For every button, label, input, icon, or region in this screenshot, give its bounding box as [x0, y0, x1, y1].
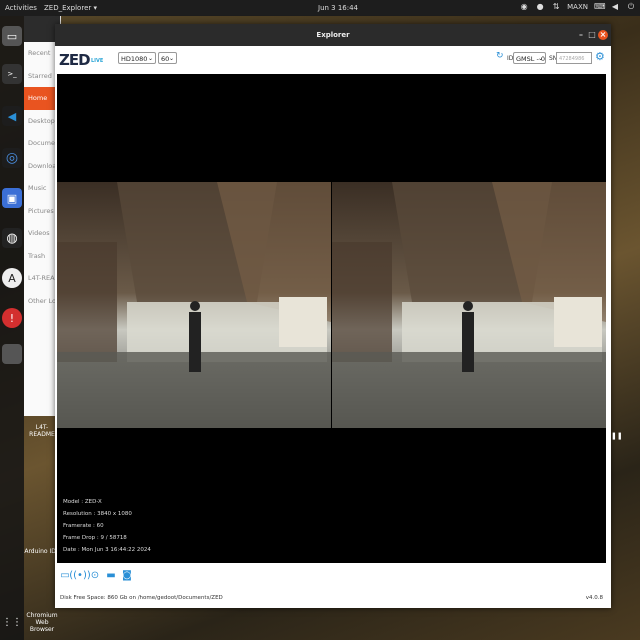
refresh-icon[interactable]: ↻	[496, 51, 504, 61]
toolbar: ZED LIVE HD1080 ⌄ 60 ⌄ ↻ ID GMSL - 0 ⌄ S…	[55, 46, 611, 74]
camera-snapshot-icon[interactable]: ◙	[121, 569, 133, 581]
window-title: Explorer	[316, 31, 350, 39]
obs-icon[interactable]: ◍	[2, 228, 22, 248]
stream-icon[interactable]: ((•))	[69, 569, 91, 581]
arduino-icon[interactable]: A	[2, 268, 22, 288]
vscode-icon[interactable]: ◀	[2, 106, 22, 126]
live-badge: LIVE	[91, 58, 104, 64]
minimize-icon[interactable]: –	[576, 30, 586, 40]
chevron-down-icon: ⌄	[147, 55, 153, 62]
network-icon[interactable]: ⇅	[551, 2, 561, 12]
activities-button[interactable]: Activities	[5, 4, 37, 12]
close-icon[interactable]: ×	[598, 30, 608, 40]
svo-icon[interactable]: ▬	[105, 569, 117, 581]
resolution-value: HD1080	[121, 55, 148, 63]
system-topbar: Activities ZED_Explorer ▾ Jun 3 16:44 ◉ …	[0, 0, 640, 16]
bottom-toolbar: ▭ ((•)) ⊙ ▬ ◙	[55, 565, 611, 585]
version-label: v4.0.8	[585, 595, 603, 601]
chevron-down-icon: ⌄	[537, 55, 543, 62]
volume-icon[interactable]: ◀	[610, 2, 620, 12]
settings-gear-icon[interactable]: ⚙	[595, 50, 605, 63]
serial-number-field[interactable]: 47284986	[556, 52, 592, 64]
fps-select[interactable]: 60 ⌄	[158, 52, 177, 64]
chrome-icon[interactable]: ●	[535, 2, 545, 12]
clock[interactable]: Jun 3 16:44	[318, 4, 358, 12]
camera-viewer[interactable]: Model : ZED-X Resolution : 3840 x 1080 F…	[57, 74, 606, 563]
screenshot-icon[interactable]: ▣	[2, 188, 22, 208]
power-mode-label[interactable]: MAXN	[567, 3, 588, 11]
info-frame-drop: Frame Drop : 9 / 58718	[63, 535, 127, 541]
maximize-icon[interactable]: □	[587, 30, 597, 40]
zed-logo: ZED	[59, 51, 91, 69]
disk-free-space: Disk Free Space: 860 Gb on /home/gedoot/…	[60, 595, 223, 601]
keyboard-icon[interactable]: ⌨	[594, 2, 606, 12]
info-resolution: Resolution : 3840 x 1080	[63, 511, 132, 517]
files-icon[interactable]: ▭	[2, 26, 22, 46]
chevron-down-icon: ⌄	[168, 55, 174, 62]
nvidia-icon[interactable]: ◉	[519, 2, 529, 12]
system-tray[interactable]: ◉ ● ⇅ MAXN ⌨ ◀ ⏻	[519, 2, 636, 12]
app-thumb-icon[interactable]	[2, 344, 22, 364]
show-apps-icon[interactable]: ⋮⋮	[2, 612, 22, 632]
dock: ▭ >_ ◀ ◎ ▣ ◍ A ! ⋮⋮	[0, 16, 24, 640]
record-icon[interactable]: ⊙	[89, 569, 101, 581]
desktop-icon-chromium[interactable]: Chromium Web Browser	[24, 612, 60, 633]
app-menu[interactable]: ZED_Explorer ▾	[44, 4, 97, 12]
stereo-camera-frame	[57, 182, 606, 428]
info-model: Model : ZED-X	[63, 499, 102, 505]
terminal-icon[interactable]: >_	[2, 64, 22, 84]
pause-icon[interactable]: ❚❚	[611, 432, 623, 442]
zed-explorer-window: Explorer – □ × ZED LIVE HD1080 ⌄ 60 ⌄ ↻ …	[55, 24, 611, 608]
resolution-select[interactable]: HD1080 ⌄	[118, 52, 156, 64]
status-bar: Disk Free Space: 860 Gb on /home/gedoot/…	[55, 590, 611, 606]
info-framerate: Framerate : 60	[63, 523, 104, 529]
window-titlebar[interactable]: Explorer – □ ×	[55, 24, 611, 46]
camera-id-select[interactable]: GMSL - 0 ⌄	[513, 52, 546, 64]
power-icon[interactable]: ⏻	[626, 2, 636, 12]
info-date: Date : Mon Jun 3 16:44:22 2024	[63, 547, 151, 553]
update-icon[interactable]: !	[2, 308, 22, 328]
chromium-icon[interactable]: ◎	[2, 148, 22, 168]
